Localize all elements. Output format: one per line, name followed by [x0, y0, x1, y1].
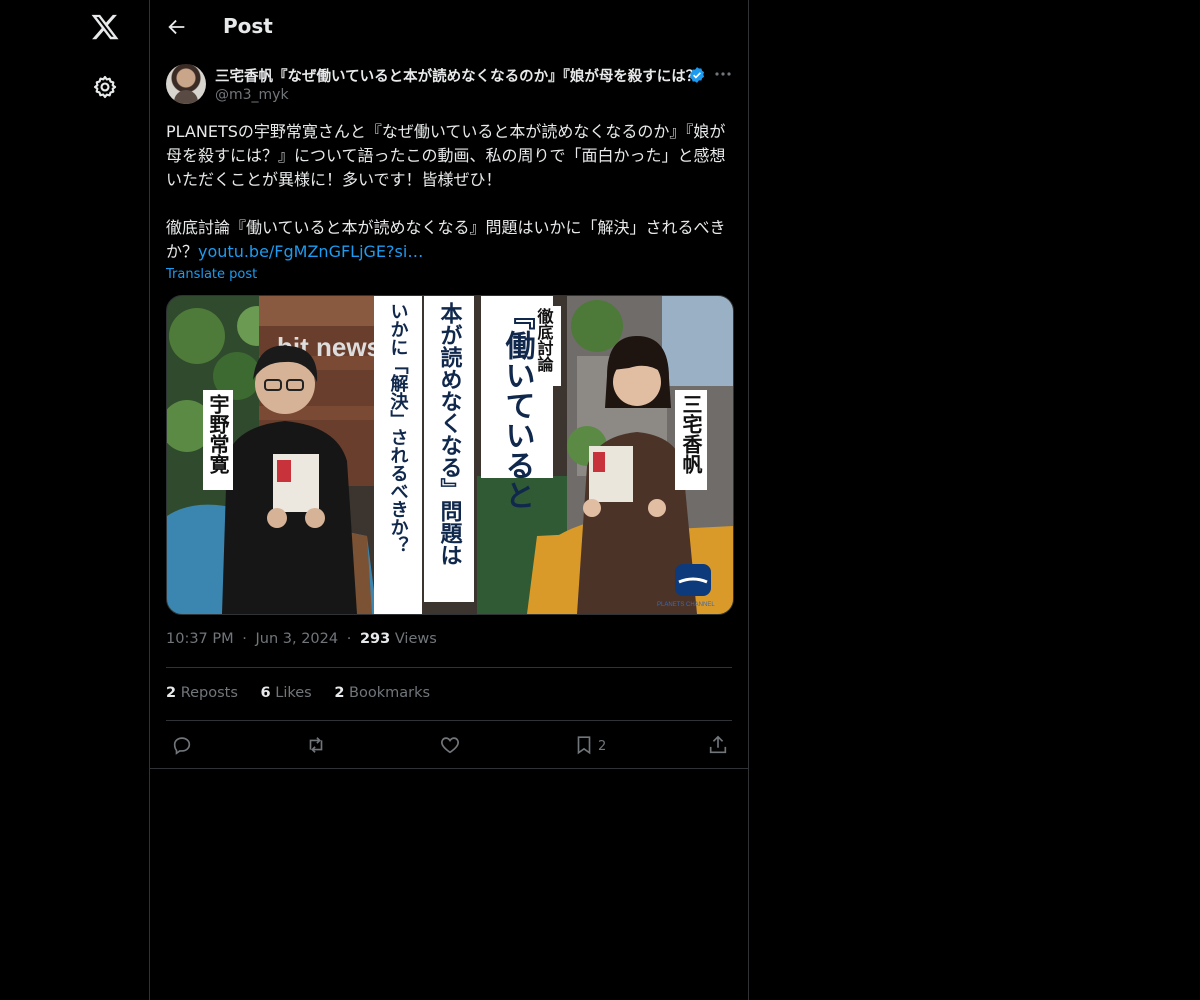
caption-line-2: 本が読めなくなる』問題は [437, 302, 463, 566]
likes-stat[interactable]: 6 Likes [261, 685, 312, 701]
reply-icon[interactable] [171, 734, 193, 756]
post-paragraph-1: PLANETSの宇野常寛さんと『なぜ働いていると本が読めなくなるのか』『娘が母を… [166, 122, 726, 189]
views-label: Views [394, 631, 437, 647]
more-icon[interactable] [713, 64, 733, 84]
name-tag-left: 宇野常寛 [206, 393, 230, 475]
main-column: Post 三宅香帆『なぜ働いていると本が読めなくなるのか』『娘が母を殺すには？』… [149, 0, 749, 1000]
back-arrow-icon[interactable] [166, 16, 188, 38]
post-time[interactable]: 10:37 PM [166, 631, 234, 647]
name-tag-right: 三宅香帆 [679, 394, 703, 475]
bookmarks-stat[interactable]: 2 Bookmarks [334, 685, 430, 701]
left-nav [0, 0, 149, 1000]
divider [166, 667, 732, 668]
post-text: PLANETSの宇野常寛さんと『なぜ働いていると本が読めなくなるのか』『娘が母を… [166, 120, 732, 264]
caption-line-3: いかに「解決」されるべきか？ [388, 302, 409, 554]
divider [166, 720, 732, 721]
page-title: Post [223, 14, 273, 38]
action-bar: 2 [150, 730, 748, 760]
verified-badge-icon [688, 66, 706, 84]
bookmark-icon[interactable] [573, 734, 595, 756]
avatar[interactable] [166, 64, 206, 104]
engagement-stats: 2 Reposts 6 Likes 2 Bookmarks [166, 685, 448, 701]
caption-line-1: 『働いていると [500, 300, 537, 510]
like-icon[interactable] [439, 734, 461, 756]
x-logo-icon[interactable] [90, 12, 120, 42]
bookmark-count: 2 [598, 739, 607, 754]
post: 三宅香帆『なぜ働いていると本が読めなくなるのか』『娘が母を殺すには？』 @m3_… [150, 54, 748, 769]
views-count: 293 [359, 631, 391, 647]
post-link[interactable]: youtu.be/FgMZnGFLjGE?si… [198, 242, 423, 261]
caption-sub: 徹底討論 [535, 307, 555, 373]
author-handle[interactable]: @m3_myk [215, 87, 289, 103]
share-icon[interactable] [707, 734, 729, 756]
header: Post [150, 0, 748, 54]
post-meta: 10:37 PM · Jun 3, 2024 · 293 Views [166, 631, 437, 647]
repost-icon[interactable] [305, 734, 327, 756]
post-date[interactable]: Jun 3, 2024 [255, 631, 338, 647]
gear-icon[interactable] [92, 74, 118, 100]
post-media-image[interactable]: bit news 徹底討論 『働いていると 本が読めなくなる』問題は いかに「解… [166, 295, 734, 615]
channel-mark: PLANETS CHANNEL [657, 602, 715, 608]
reposts-stat[interactable]: 2 Reposts [166, 685, 238, 701]
author-display-name[interactable]: 三宅香帆『なぜ働いていると本が読めなくなるのか』『娘が母を殺すには？』 [215, 65, 693, 86]
translate-post-link[interactable]: Translate post [166, 267, 257, 282]
